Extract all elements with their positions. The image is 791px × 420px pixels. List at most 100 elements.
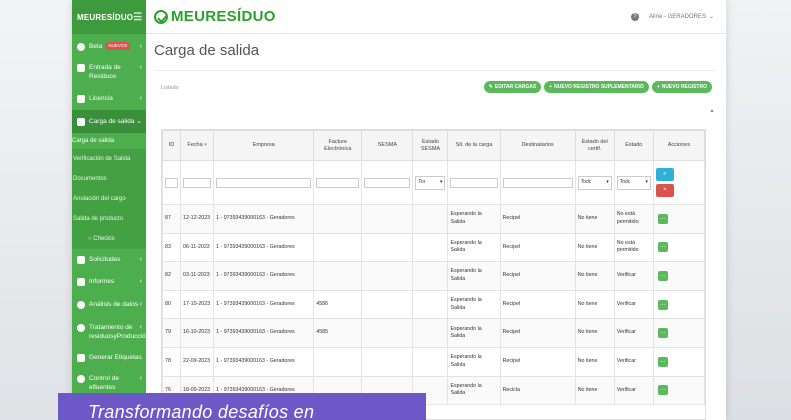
col-empresa[interactable]: Empresa xyxy=(213,130,315,161)
col-sesma[interactable]: SESMA xyxy=(361,130,414,161)
sidebar-item-label: Beta xyxy=(89,43,103,50)
sidebar-item-informes[interactable]: Informes ‹ xyxy=(72,270,146,293)
cell-fecha: 03-11-2023 xyxy=(180,261,215,291)
filter-destinatarios-input[interactable] xyxy=(502,177,573,188)
app-window: MEURESÍDUO ☰ Beta NUEVOS ‹ Entrada de Re… xyxy=(72,0,726,420)
cell-empty xyxy=(361,346,414,377)
listing-label: Listado xyxy=(161,85,179,91)
row-action-button[interactable]: … xyxy=(657,270,668,281)
new-supplementary-button[interactable]: + NUEVO REGISTRO SUPLEMENTARIO xyxy=(544,81,649,93)
cell-sit: Esperando la Salida xyxy=(447,204,501,234)
cell-cert: No tiene xyxy=(574,232,615,263)
col-estado-certif[interactable]: Estado del certif. xyxy=(574,130,615,161)
sidebar-item-beta[interactable]: Beta NUEVOS ‹ xyxy=(72,38,146,55)
cell-factura: 4586 xyxy=(313,289,363,320)
sidebar-item-etiquetas[interactable]: Generar Etiquetas xyxy=(72,347,146,368)
cell-empty xyxy=(361,289,414,320)
cell-dest: Recipel xyxy=(499,289,576,320)
filter-factura-input[interactable] xyxy=(316,177,360,188)
logo-text: MEURESÍDUO xyxy=(171,8,276,25)
sort-desc-icon: ▾ xyxy=(204,142,207,148)
submenu-item-documentos[interactable]: Documentos xyxy=(72,169,146,189)
cell-sit: Esperando la Salida xyxy=(447,375,501,406)
row-action-button[interactable]: … xyxy=(657,242,668,253)
button-label: NUEVO REGISTRO SUPLEMENTARIO xyxy=(554,84,644,90)
cell-factura xyxy=(313,204,363,234)
cell-factura xyxy=(313,232,363,263)
cell-factura: 4585 xyxy=(313,318,363,348)
sidebar-item-carga-salida[interactable]: Carga de salida ⌄ xyxy=(72,110,146,133)
col-destinatarios[interactable]: Destinatarios xyxy=(499,130,576,161)
sidebar-item-tratamiento[interactable]: Tratamiento de residuosyProducción ‹ xyxy=(72,316,149,347)
search-button[interactable]: ⌕ xyxy=(655,168,674,181)
cell-sit: Esperando la Salida xyxy=(447,232,501,263)
sidebar: MEURESÍDUO ☰ Beta NUEVOS ‹ Entrada de Re… xyxy=(72,0,149,420)
chevron-left-icon: ‹ xyxy=(139,278,142,285)
user-menu[interactable]: ? Aline - GERADORES ⌄ xyxy=(630,12,714,21)
cell-id: 80 xyxy=(161,289,182,320)
row-action-button[interactable]: … xyxy=(657,328,668,339)
submenu-item-verificacion[interactable]: Verificación de Salida xyxy=(72,149,146,169)
table-row: 78 22-09-2023 1 - 97393439000163 - Gerador… xyxy=(161,346,706,377)
filter-estado-select[interactable]: Todc ▾ xyxy=(616,175,651,190)
hamburger-icon[interactable]: ☰ xyxy=(133,12,142,23)
sidebar-item-label: Generar Etiquetas xyxy=(89,354,142,361)
cell-actions: … xyxy=(652,375,706,406)
col-factura[interactable]: Facture Electrónica xyxy=(313,130,363,161)
submenu-item-carga-salida[interactable]: Carga de salida xyxy=(72,133,146,149)
cell-empty xyxy=(412,289,449,320)
cell-id: 87 xyxy=(161,204,182,234)
row-action-button[interactable]: … xyxy=(657,299,668,310)
filter-estado-sesma-select[interactable]: Toi ▾ xyxy=(415,175,446,190)
scroll-up-icon[interactable]: ▴ xyxy=(708,107,716,117)
cell-estado: Verificar xyxy=(613,289,654,320)
sidebar-item-licencia[interactable]: Licencia ‹ xyxy=(72,87,146,110)
clear-filters-button[interactable]: × xyxy=(655,184,674,197)
report-icon xyxy=(77,278,85,286)
cell-empty xyxy=(361,261,414,291)
cell-cert: No tiene xyxy=(574,204,615,234)
edit-loads-button[interactable]: ✎ EDITAR CARGAS xyxy=(483,81,542,93)
cell-actions: … xyxy=(652,346,706,377)
cell-factura xyxy=(313,261,363,291)
new-record-button[interactable]: + NUEVO REGISTRO xyxy=(651,81,712,93)
cell-empty xyxy=(412,204,449,234)
select-value: Todc xyxy=(619,178,631,185)
cell-actions: … xyxy=(652,232,706,263)
cell-empty xyxy=(412,261,449,291)
row-action-button[interactable]: … xyxy=(657,356,668,367)
filter-empresa-input[interactable] xyxy=(216,177,312,188)
col-fecha[interactable]: Fecha ▾ xyxy=(180,130,215,161)
row-action-button[interactable]: … xyxy=(657,213,668,224)
submenu-item-salida-producto[interactable]: Salida de producto xyxy=(72,209,146,229)
col-situacion[interactable]: Sit. de la carga xyxy=(447,130,501,161)
chevron-left-icon: ‹ xyxy=(139,95,142,102)
filter-id-input[interactable] xyxy=(165,177,179,188)
sidebar-item-solicitudes[interactable]: Solicitudes ‹ xyxy=(72,249,146,270)
submenu-item-checkis[interactable]: ○ Checkis xyxy=(72,229,146,249)
sidebar-item-label: Informes xyxy=(89,278,115,285)
col-estado[interactable]: Estado xyxy=(613,130,654,161)
sidebar-item-analisis[interactable]: Análisis de datos ‹ xyxy=(72,293,146,316)
sidebar-item-label: Solicitudes xyxy=(89,256,121,263)
cell-dest: Recipel xyxy=(499,261,576,291)
filter-situacion-input[interactable] xyxy=(450,177,498,188)
filter-sesma-input[interactable] xyxy=(364,177,411,188)
col-id[interactable]: ID xyxy=(161,130,182,161)
caret-icon: ▾ xyxy=(439,178,443,185)
help-icon[interactable]: ? xyxy=(630,12,639,21)
cell-cert: No tiene xyxy=(574,346,615,377)
listing-panel: Listado ✎ EDITAR CARGAS + NUEVO REGISTRO S… xyxy=(155,70,716,420)
submenu-item-anulacion[interactable]: Anulación del cargo xyxy=(72,189,146,209)
col-estado-sesma[interactable]: Estado SESMA xyxy=(412,130,449,161)
filter-fecha-input[interactable] xyxy=(183,177,212,188)
chevron-left-icon: ‹ xyxy=(139,375,142,382)
sidebar-item-entrada[interactable]: Entrada de Residuos ‹ xyxy=(72,55,146,87)
select-value: Toi xyxy=(418,178,425,185)
filter-certif-select[interactable]: Todc ▾ xyxy=(577,175,612,190)
cell-fecha: 16-10-2023 xyxy=(180,318,215,348)
sidebar-item-label: Entrada de Residuos xyxy=(89,64,121,80)
cell-actions: … xyxy=(652,204,706,234)
app-logo[interactable]: MEURESÍDUO xyxy=(154,8,276,25)
row-action-button[interactable]: … xyxy=(657,385,668,396)
